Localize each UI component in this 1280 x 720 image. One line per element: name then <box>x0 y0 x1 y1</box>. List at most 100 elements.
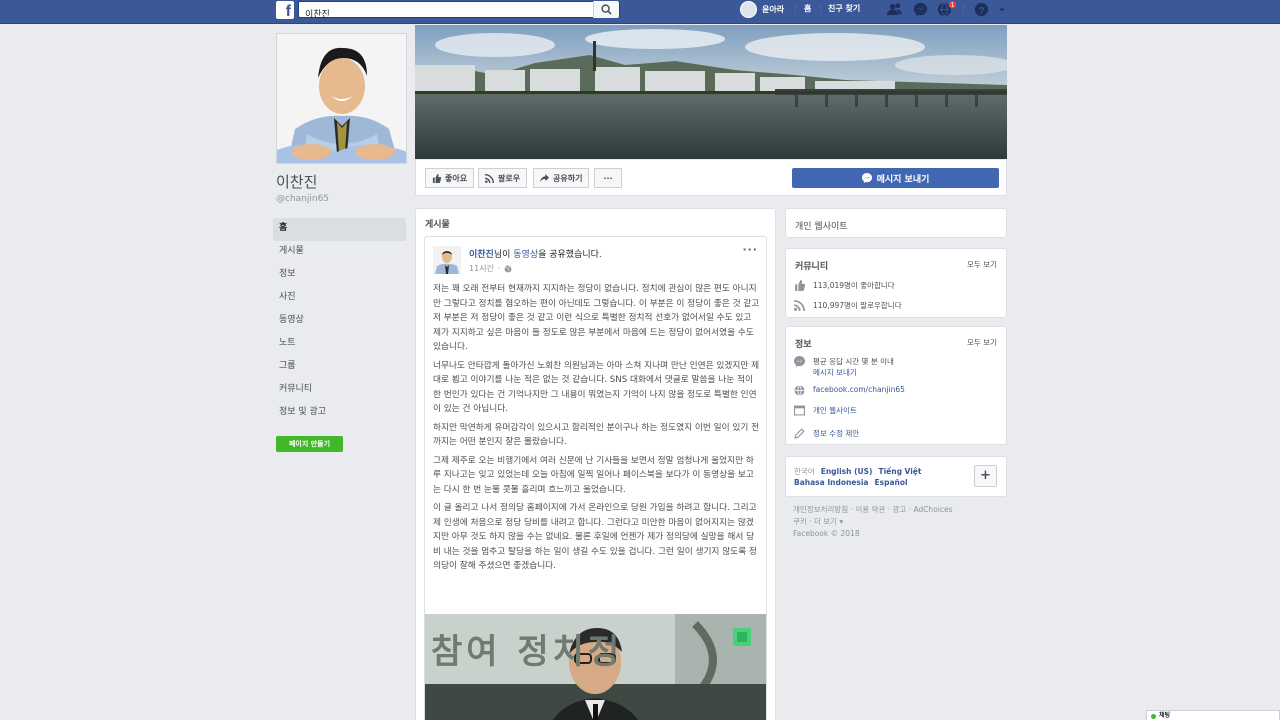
left-nav-item-posts[interactable]: 게시물 <box>273 241 406 264</box>
community-card: 커뮤니티 모두 보기 113,019명이 좋아합니다 110,997명이 팔로우… <box>785 248 1007 318</box>
page-name[interactable]: 이찬진 <box>276 171 317 192</box>
search-input[interactable] <box>299 6 587 21</box>
send-message-label: 메시지 보내기 <box>876 174 930 185</box>
cover-photo-image <box>415 25 1007 159</box>
browser-window-icon <box>794 405 805 416</box>
shared-video-link[interactable]: 동영상 <box>513 250 538 260</box>
more-options-button[interactable]: ··· <box>594 168 622 188</box>
language-option-spanish[interactable]: Español <box>875 478 908 487</box>
post-options-icon[interactable]: ··· <box>742 243 758 256</box>
chat-sidebar-tab[interactable]: 채팅 <box>1146 710 1280 720</box>
info-see-all-link[interactable]: 모두 보기 <box>967 337 997 348</box>
cover-photo[interactable] <box>415 25 1007 159</box>
nav-user-name: 윤아라 <box>762 4 785 14</box>
notification-badge: 1 <box>948 0 957 9</box>
globe-icon <box>794 385 805 396</box>
rss-follow-icon <box>794 300 805 311</box>
avatar <box>740 0 757 18</box>
top-navigation-bar: f 윤아라 홈 친구 찾기 1 ? <box>0 0 1280 24</box>
page-footer: 개인정보처리방침 · 이용 약관 · 광고 · AdChoices 쿠키 · 더… <box>793 504 1003 540</box>
share-arrow-icon <box>540 173 549 182</box>
page-username[interactable]: @chanjin65 <box>276 194 329 204</box>
likes-count-text: 113,019명이 좋아합니다 <box>813 281 895 290</box>
messenger-icon <box>861 173 872 183</box>
messenger-icon <box>794 356 805 367</box>
suggest-edit-link[interactable]: 정보 수정 제안 <box>813 428 859 439</box>
nav-profile-link[interactable]: 윤아라 <box>740 0 784 18</box>
post-paragraph: 그제 제주로 오는 비행기에서 여러 신문에 난 기사들을 보면서 정말 엄청나… <box>433 455 754 495</box>
post-paragraph: 이 글 올리고 나서 정의당 홈페이지에 가서 온라인으로 당원 가입을 하려고… <box>433 503 757 571</box>
shared-video-player[interactable]: 참여 정치정 <box>425 614 766 720</box>
search-button[interactable] <box>593 1 619 18</box>
left-nav-item-info[interactable]: 정보 <box>273 264 406 287</box>
follow-page-button[interactable]: 팔로우 <box>478 168 528 188</box>
send-message-button[interactable]: 메시지 보내기 <box>792 168 999 188</box>
post-header-text: 님이 <box>493 250 514 260</box>
suggest-edit-row: 정보 수정 제안 <box>794 428 859 439</box>
language-line: 한국어 English (US) Tiếng Việt <box>794 466 921 477</box>
community-see-all-link[interactable]: 모두 보기 <box>967 259 997 270</box>
profile-picture[interactable] <box>276 33 407 164</box>
left-nav-item-home[interactable]: 홈 <box>273 218 406 241</box>
info-title: 정보 <box>795 340 812 350</box>
posts-section-title: 게시물 <box>425 220 450 230</box>
post-author-avatar[interactable] <box>433 246 461 274</box>
search-box <box>298 1 620 21</box>
nav-divider <box>795 4 796 14</box>
community-title: 커뮤니티 <box>795 262 829 272</box>
separator-dot: · <box>497 264 501 273</box>
profile-photo-image <box>277 34 406 163</box>
account-menu-chevron-down-icon[interactable] <box>997 1 1007 18</box>
chat-label: 채팅 <box>1159 712 1171 719</box>
language-line: Bahasa Indonesia Español <box>794 478 908 487</box>
search-icon <box>601 4 612 15</box>
about-info-card: 정보 모두 보기 평균 응답 시간 몇 분 이내 메시지 보내기 faceboo… <box>785 326 1007 445</box>
rss-follow-icon <box>485 173 494 183</box>
share-button-label: 공유하기 <box>553 173 583 183</box>
language-option-indonesian[interactable]: Bahasa Indonesia <box>794 478 869 487</box>
left-nav-item-videos[interactable]: 동영상 <box>273 310 406 333</box>
facebook-url-link[interactable]: facebook.com/chanjin65 <box>813 385 905 394</box>
more-languages-button[interactable]: + <box>974 465 997 487</box>
thumbs-up-icon <box>795 280 805 291</box>
personal-website-card[interactable]: 개인 웹사이트 <box>785 208 1007 238</box>
online-status-dot <box>1151 714 1156 719</box>
post-timestamp[interactable]: 11시간 · <box>469 263 512 274</box>
pencil-icon <box>794 428 805 439</box>
posts-section: 게시물 이찬진님이 동영상을 공유했습니다. 11시간 · ··· 저는 꽤 오… <box>415 208 776 720</box>
nav-find-friends-link[interactable]: 친구 찾기 <box>828 3 860 14</box>
community-likes-row: 113,019명이 좋아합니다 <box>794 280 895 291</box>
create-page-button[interactable]: 페이지 만들기 <box>276 436 343 452</box>
personal-website-title: 개인 웹사이트 <box>795 222 848 232</box>
post-card: 이찬진님이 동영상을 공유했습니다. 11시간 · ··· 저는 꽤 오래 전부… <box>424 236 767 720</box>
footer-links[interactable]: 쿠키 · 더 보기 ▾ <box>793 516 1003 528</box>
post-header: 이찬진님이 동영상을 공유했습니다. <box>469 247 602 260</box>
help-icon[interactable]: ? <box>973 1 990 18</box>
friend-requests-icon[interactable] <box>886 1 903 18</box>
language-selector-card: 한국어 English (US) Tiếng Việt Bahasa Indones… <box>785 456 1007 497</box>
response-time-row: 평균 응답 시간 몇 분 이내 메시지 보내기 <box>794 356 894 378</box>
left-nav-item-photos[interactable]: 사진 <box>273 287 406 310</box>
page-left-navigation: 홈 게시물 정보 사진 동영상 노트 그룹 커뮤니티 정보 및 광고 <box>273 218 406 425</box>
author-avatar-image <box>433 246 461 274</box>
post-time-text: 11시간 <box>469 264 494 273</box>
language-option-english[interactable]: English (US) <box>821 467 873 476</box>
left-nav-item-groups[interactable]: 그룹 <box>273 356 406 379</box>
post-text: 저는 꽤 오래 전부터 현재까지 지지하는 정당이 없습니다. 정치에 관심이 … <box>433 282 761 578</box>
video-banner-text: 참여 정치정 <box>431 632 624 672</box>
left-nav-item-community[interactable]: 커뮤니티 <box>273 379 406 402</box>
community-follows-row: 110,997명이 팔로우합니다 <box>794 300 902 311</box>
footer-links[interactable]: 개인정보처리방침 · 이용 약관 · 광고 · AdChoices <box>793 504 1003 516</box>
globe-public-icon <box>505 265 512 272</box>
language-option-vietnamese[interactable]: Tiếng Việt <box>878 467 921 476</box>
nav-home-link[interactable]: 홈 <box>804 3 811 14</box>
like-page-button[interactable]: 좋아요 <box>425 168 475 188</box>
left-nav-item-info-and-ads[interactable]: 정보 및 광고 <box>273 402 406 425</box>
left-nav-item-notes[interactable]: 노트 <box>273 333 406 356</box>
share-page-button[interactable]: 공유하기 <box>533 168 590 188</box>
messenger-icon[interactable] <box>912 1 929 18</box>
send-message-link[interactable]: 메시지 보내기 <box>813 367 894 378</box>
facebook-logo-icon[interactable]: f <box>276 1 294 19</box>
post-author-link[interactable]: 이찬진 <box>469 250 494 260</box>
website-link[interactable]: 개인 웹사이트 <box>813 405 857 416</box>
